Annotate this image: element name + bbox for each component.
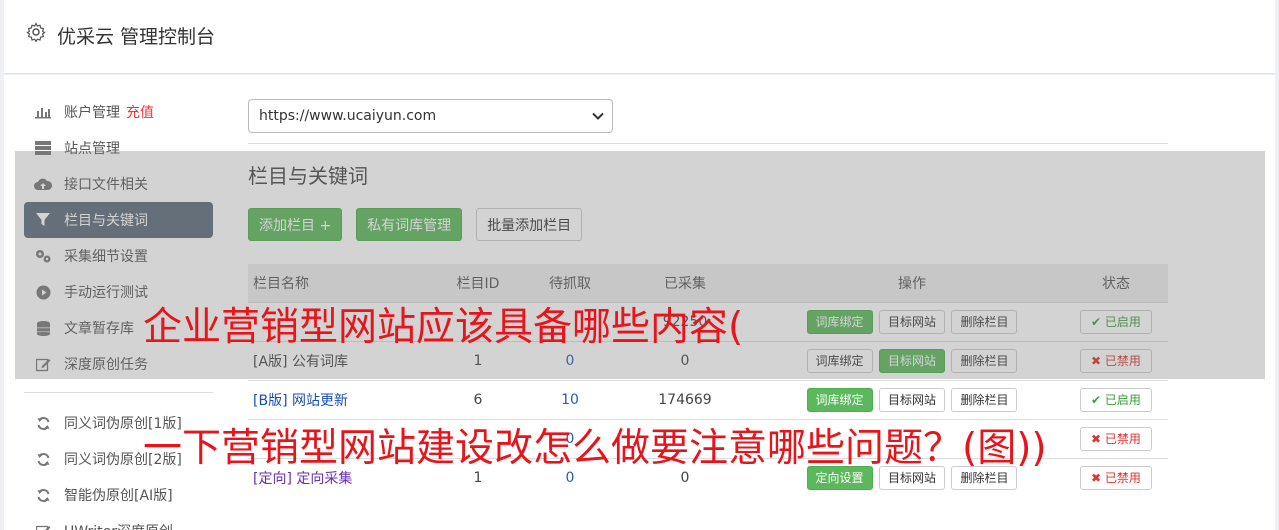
status-enabled-button[interactable]: ✔ 已启用 — [1080, 387, 1152, 412]
refresh-icon — [34, 486, 52, 504]
site-select-value: https://www.ucaiyun.com — [259, 108, 437, 124]
refresh-icon — [34, 414, 52, 432]
row-id: 6 — [426, 379, 530, 419]
status-disabled-button[interactable]: ✖ 已禁用 — [1080, 465, 1152, 490]
sidebar-item-label: 账户管理 — [64, 105, 120, 121]
sidebar-divider — [24, 392, 213, 393]
edit-icon — [34, 522, 52, 530]
divider — [248, 143, 1168, 144]
recharge-link[interactable]: 充值 — [126, 102, 154, 122]
target-site-button[interactable]: 目标网站 — [878, 387, 945, 412]
close-icon: ✖ — [1091, 431, 1105, 446]
row-actions: 词库绑定 目标网站 删除栏目 — [760, 379, 1064, 419]
row-collected: 174669 — [610, 379, 760, 419]
main-content: https://www.ucaiyun.com 栏目与关键词 添加栏目 + 私有… — [248, 99, 1168, 497]
delete-column-button[interactable]: 删除栏目 — [951, 387, 1018, 412]
bar-chart-icon — [34, 103, 52, 121]
close-icon: ✖ — [1091, 470, 1105, 485]
bind-lexicon-button[interactable]: 词库绑定 — [806, 387, 873, 412]
refresh-icon — [34, 450, 52, 468]
row-pending: 10 — [530, 379, 610, 419]
sidebar-item-label: 智能伪原创[AI版] — [64, 488, 173, 504]
chevron-down-icon — [592, 112, 604, 120]
site-select[interactable]: https://www.ucaiyun.com — [248, 99, 613, 133]
gear-icon — [26, 22, 46, 42]
row-name[interactable]: [B版] 网站更新 — [248, 379, 426, 419]
overlay-headline-1: 企业营销型网站应该具备哪些内容( — [143, 305, 744, 350]
app-header: 优采云 管理控制台 — [4, 0, 1275, 74]
status-disabled-button[interactable]: ✖ 已禁用 — [1080, 426, 1152, 451]
table-row: [B版] 网站更新 6 10 174669 词库绑定 目标网站 删除栏目 ✔ 已… — [248, 379, 1168, 419]
overlay-headline-2: 一下营销型网站建设改怎么做要注意哪些问题？(图)) — [143, 426, 1047, 471]
sidebar-item-label: UWriter深度原创 — [64, 521, 173, 530]
page-title: 优采云 管理控制台 — [57, 26, 216, 48]
sidebar-item-ai-rewrite[interactable]: 智能伪原创[AI版] — [24, 477, 213, 513]
sidebar-item-uwriter[interactable]: UWriter深度原创 — [24, 513, 213, 530]
sidebar-item-account[interactable]: 账户管理 充值 — [24, 94, 213, 130]
check-icon: ✔ — [1091, 392, 1105, 407]
